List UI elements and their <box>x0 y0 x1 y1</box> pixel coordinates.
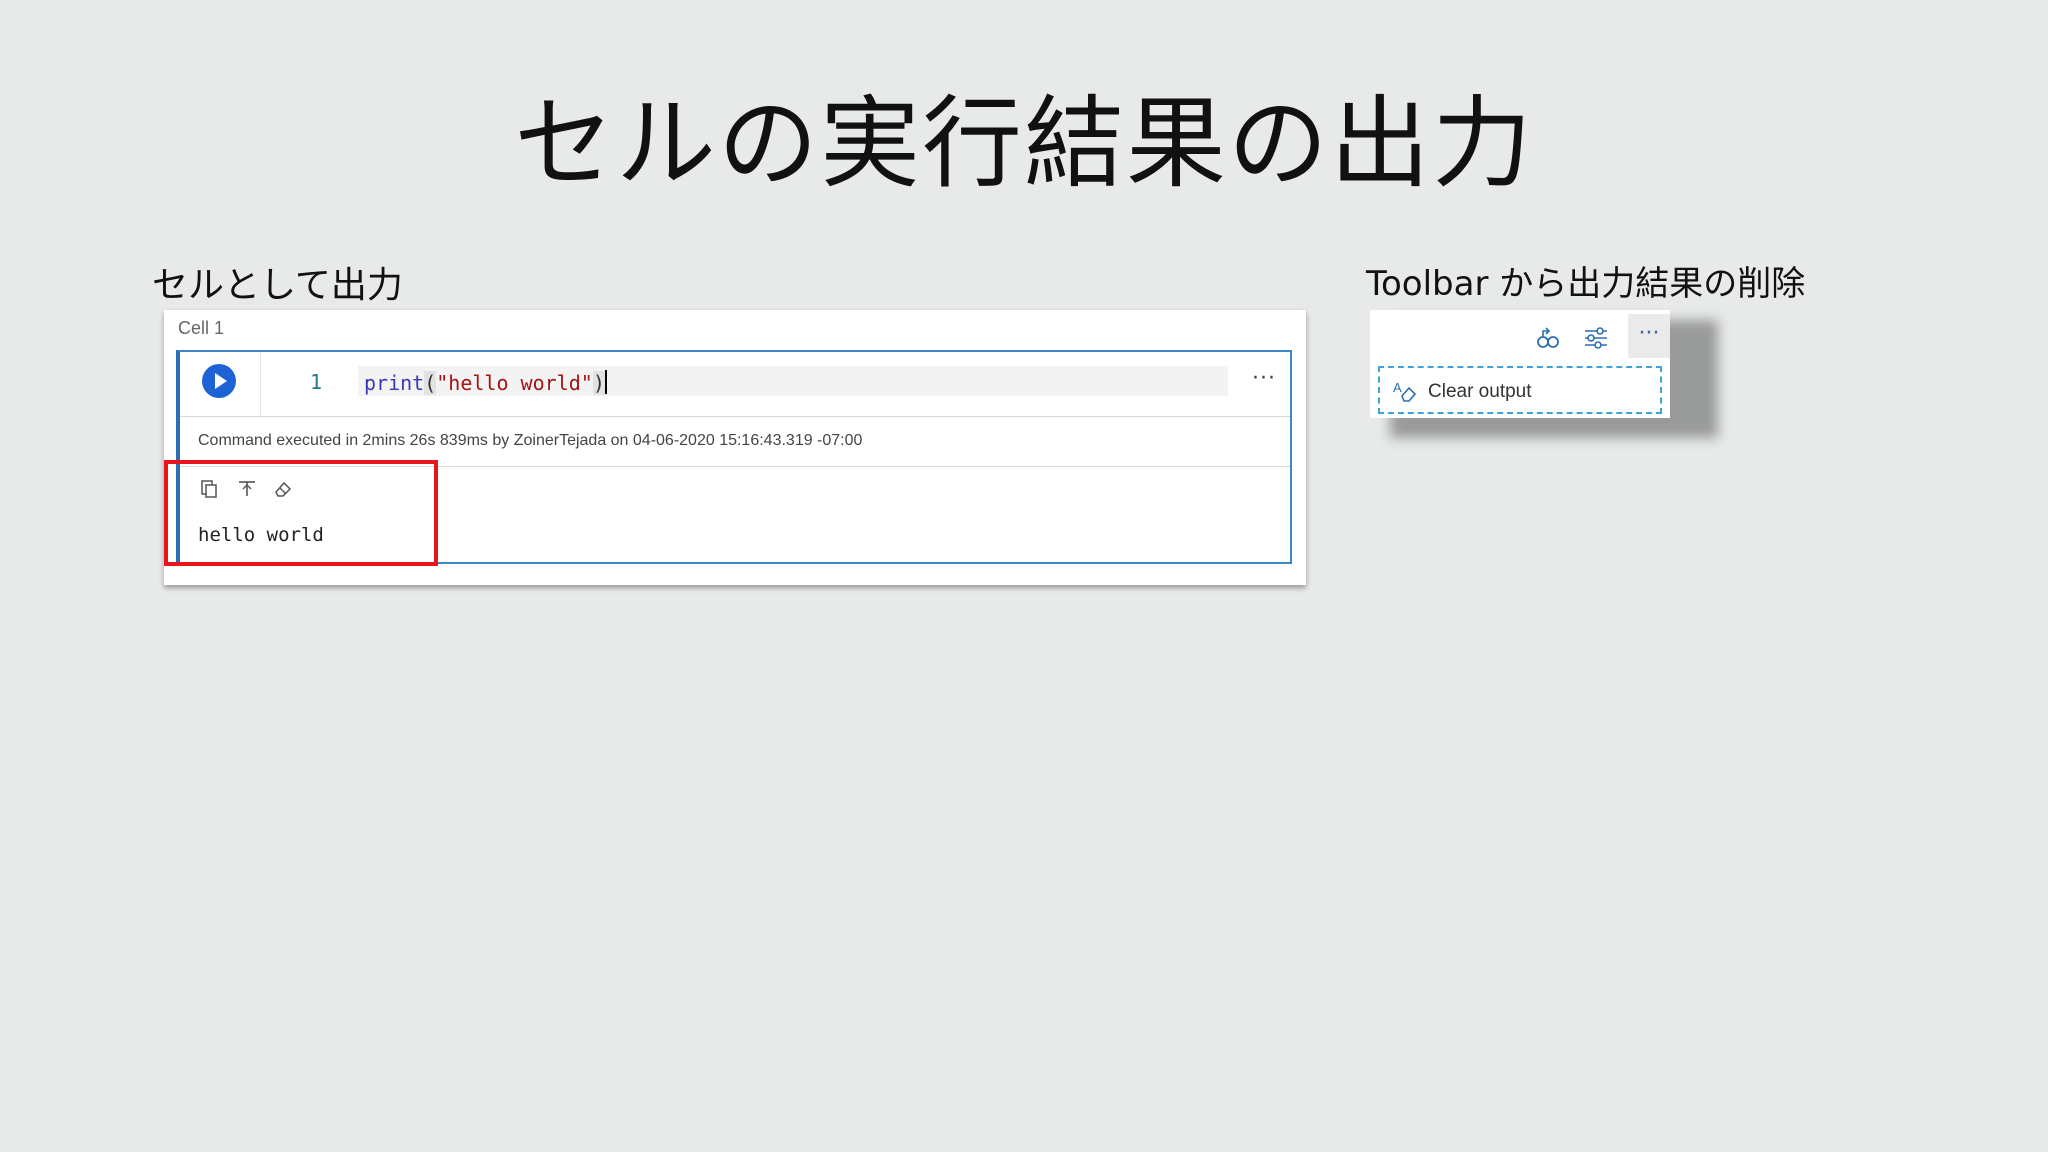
code-close-paren: ) <box>592 371 605 395</box>
svg-text:A: A <box>1393 380 1402 395</box>
variables-icon[interactable] <box>1534 324 1562 352</box>
output-highlight-box <box>164 460 438 566</box>
code-text: print("hello world") <box>364 370 607 395</box>
code-editor-line[interactable]: print("hello world") <box>358 366 1228 396</box>
panel-more-button[interactable]: ··· <box>1628 314 1670 358</box>
execution-info: Command executed in 2mins 26s 839ms by Z… <box>198 432 863 449</box>
code-open-paren: ( <box>424 371 437 395</box>
clear-output-menu-item[interactable]: A Clear output <box>1378 366 1662 414</box>
code-row: 1 print("hello world") ··· <box>180 352 1290 417</box>
clear-output-icon: A <box>1393 380 1417 402</box>
clear-output-label: Clear output <box>1428 381 1532 402</box>
run-cell-button[interactable] <box>202 364 236 398</box>
line-number: 1 <box>310 370 323 394</box>
left-section-heading: セルとして出力 <box>152 265 403 306</box>
toolbar-panel: ··· A Clear output <box>1370 310 1670 418</box>
cell-more-button[interactable]: ··· <box>1252 366 1276 391</box>
code-string: "hello world" <box>436 371 593 395</box>
run-area <box>180 352 261 416</box>
code-function: print <box>364 371 425 395</box>
cell-label: Cell 1 <box>178 318 225 338</box>
right-section-heading: Toolbar から出力結果の削除 <box>1366 264 1806 304</box>
slide-title: セルの実行結果の出力 <box>514 85 1534 202</box>
settings-sliders-icon[interactable] <box>1582 324 1610 352</box>
text-cursor <box>604 370 607 394</box>
